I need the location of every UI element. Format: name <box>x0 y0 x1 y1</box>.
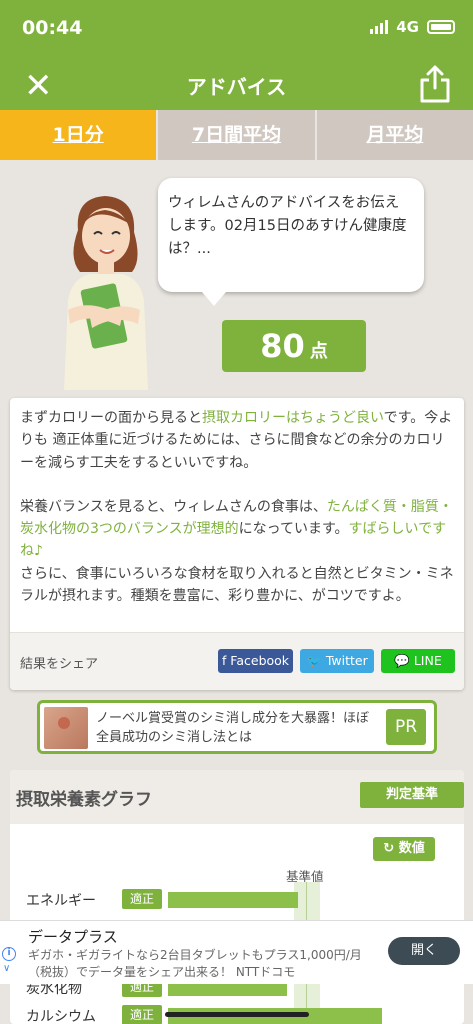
advice-highlight: 摂取カロリーはちょうど良い <box>202 410 384 426</box>
health-score: 80 点 <box>222 320 366 372</box>
advisor-avatar <box>64 196 148 390</box>
tab-7day-average[interactable]: 7日間平均 <box>156 110 314 160</box>
nutrient-name: カルシウム <box>26 1009 96 1024</box>
battery-icon <box>427 20 455 34</box>
ad-description: ギガホ・ギガライトなら2台目タブレットもプラス1,000円/月（税抜）でデータ量… <box>28 948 362 979</box>
tab-1day[interactable]: 1日分 <box>0 110 157 160</box>
values-button[interactable]: ↻ 数値 <box>373 837 435 861</box>
score-unit: 点 <box>309 341 328 362</box>
advice-text-segment: 栄養バランスを見ると、ウィレムさんの食事は、 <box>20 498 327 515</box>
nutrient-status-badge: 適正 <box>122 1005 162 1024</box>
pr-banner[interactable]: ノーベル賞受賞のシミ消し成分を大暴露！ほぼ全員成功のシミ消し法とは PR <box>37 700 437 754</box>
facebook-share-button[interactable]: f Facebook <box>218 649 293 673</box>
advice-paragraph-calorie: まずカロリーの面から見ると摂取カロリーはちょうど良いです。今よりも 適正体重に近… <box>20 407 454 474</box>
share-bar: 結果をシェア f Facebook 🐦 Twitter 💬 LINE <box>10 632 464 690</box>
advice-text-segment: まずカロリーの面から見ると <box>20 410 202 426</box>
pr-text: ノーベル賞受賞のシミ消し成分を大暴露！ほぼ全員成功のシミ消し法とは <box>96 711 370 745</box>
graph-header: 摂取栄養素グラフ 判定基準 <box>10 770 464 824</box>
pr-thumbnail <box>44 707 88 749</box>
advice-paragraph-vitamin: さらに、食事にいろいろな食材を取り入れると自然とビタミン・ミネラルが摂れます。種… <box>20 565 454 605</box>
pr-badge: PR <box>386 709 426 745</box>
status-time: 00:44 <box>22 17 83 39</box>
advice-paragraph-balance: 栄養バランスを見ると、ウィレムさんの食事は、たんぱく質・脂質・炭水化物の3つのバ… <box>20 496 454 563</box>
nutrient-row-energy: エネルギー 適正 <box>10 886 464 912</box>
share-label: 結果をシェア <box>20 657 99 672</box>
advice-text: まずカロリーの面から見ると摂取カロリーはちょうど良いです。今よりも 適正体重に近… <box>10 398 464 607</box>
refresh-icon: ↻ <box>383 841 395 856</box>
twitter-share-button[interactable]: 🐦 Twitter <box>300 649 374 673</box>
status-icons: 4G <box>370 18 455 36</box>
advice-text-segment: になっています。 <box>238 521 349 538</box>
nutrient-graph: 摂取栄養素グラフ 判定基準 ↻ 数値 基準値 エネルギー 適正 炭水化物 適正 … <box>10 770 464 1024</box>
tab-monthly-average[interactable]: 月平均 <box>314 110 473 160</box>
advice-bubble: ウィレムさんのアドバイスをお伝えします。02月15日のあすけん健康度は？... <box>158 178 424 306</box>
ad-banner[interactable]: i ∨ データプラス ギガホ・ギガライトなら2台目タブレットもプラス1,000円… <box>0 920 473 984</box>
status-bar: 00:44 4G <box>0 0 473 58</box>
advice-card: まずカロリーの面から見ると摂取カロリーはちょうど良いです。今よりも 適正体重に近… <box>10 398 464 690</box>
score-value: 80 <box>260 327 305 365</box>
criteria-button[interactable]: 判定基準 <box>360 782 464 808</box>
nutrient-bar <box>168 892 298 908</box>
values-label: 数値 <box>398 841 425 856</box>
nutrient-name: エネルギー <box>26 893 96 909</box>
line-label: LINE <box>413 653 442 668</box>
chevron-down-icon[interactable]: ∨ <box>3 963 10 974</box>
nutrient-status-badge: 適正 <box>122 889 162 909</box>
line-share-button[interactable]: 💬 LINE <box>381 649 455 673</box>
signal-icon <box>370 20 389 34</box>
ad-open-button[interactable]: 開く <box>388 937 460 965</box>
graph-title: 摂取栄養素グラフ <box>16 790 152 810</box>
page-title: アドバイス <box>186 75 287 99</box>
nav-bar: ✕ アドバイス <box>0 58 473 110</box>
twitter-label: Twitter <box>325 653 368 668</box>
share-icon[interactable] <box>417 64 453 104</box>
network-label: 4G <box>396 18 419 36</box>
home-indicator <box>165 1012 309 1017</box>
ad-info-icon[interactable]: i <box>2 947 16 961</box>
period-tabs: 1日分 7日間平均 月平均 <box>0 110 473 160</box>
ad-title: データプラス <box>28 928 118 946</box>
